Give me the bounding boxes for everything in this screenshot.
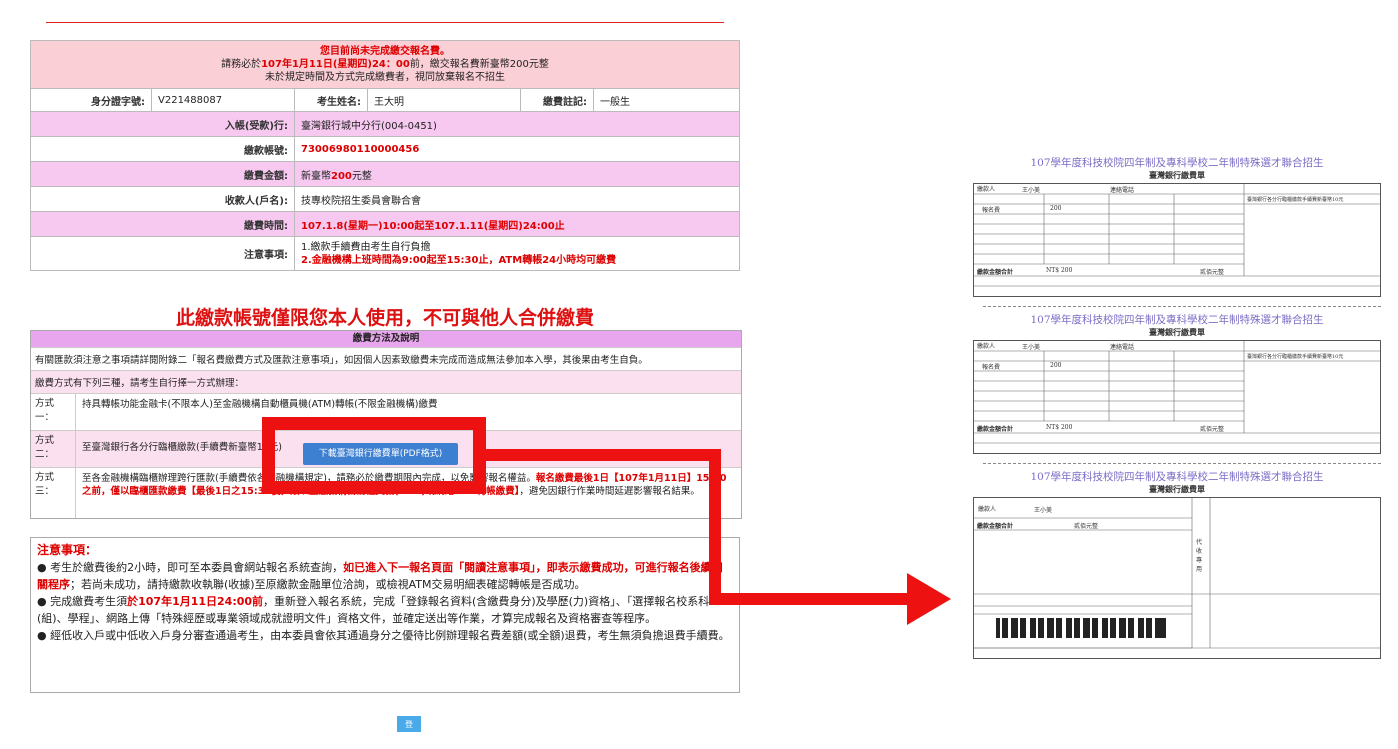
bank-slip-copy-1: 107學年度科技校院四年制及專科學校二年制特殊選才聯合招生 臺灣銀行繳費單 繳款… bbox=[973, 155, 1381, 297]
name-label: 考生姓名: bbox=[294, 88, 368, 112]
arrow-head-icon bbox=[907, 573, 951, 625]
payment-info-table: 您目前尚未完成繳交報名費。 請務必於107年1月11日(星期四)24：00前，繳… bbox=[30, 40, 740, 271]
notice-label: 注意事項: bbox=[30, 236, 295, 271]
amount-label: 繳費金額: bbox=[30, 161, 295, 187]
note-item-1: ● 考生於繳費後約2小時，即可至本委員會網站報名系統查詢，如已進入下一報名頁面「… bbox=[37, 561, 723, 591]
note-item-3: ● 經低收入戶或中低收入戶身分審查通過考生，由本委員會依其通過身分之優待比例辦理… bbox=[37, 629, 730, 642]
notice-value: 1.繳款手續費由考生自行負擔 2.金融機構上班時間為9:00起至15:30止，A… bbox=[294, 236, 740, 271]
name-value: 王大明 bbox=[367, 88, 521, 112]
time-label: 繳費時間: bbox=[30, 211, 295, 237]
slip-grid bbox=[974, 498, 1380, 649]
unpaid-notice-header: 您目前尚未完成繳交報名費。 請務必於107年1月11日(星期四)24：00前，繳… bbox=[30, 40, 740, 89]
time-value: 107.1.8(星期一)10:00起至107.1.11(星期四)24:00止 bbox=[294, 211, 740, 237]
id-label: 身分證字號: bbox=[30, 88, 152, 112]
id-value: V221488087 bbox=[151, 88, 295, 112]
notes-title: 注意事項： bbox=[37, 543, 98, 557]
arrow-segment bbox=[486, 449, 721, 461]
payment-choice-row: 繳費方式有下列三種，請考生自行擇一方式辦理： bbox=[31, 370, 741, 393]
notice-line-3: 未於規定時間及方式完成繳費者，視同放棄報名不招生 bbox=[265, 72, 505, 83]
payee-value: 技專校院招生委員會聯合會 bbox=[294, 186, 740, 212]
payment-methods-title: 繳費方法及說明 bbox=[31, 331, 741, 347]
note-value: 一般生 bbox=[593, 88, 740, 112]
amount-value: 新臺幣200元整 bbox=[294, 161, 740, 187]
bank-value: 臺灣銀行城中分行(004-0451) bbox=[294, 111, 740, 137]
notice-line-2: 請務必於107年1月11日(星期四)24：00前，繳交報名費新臺幣200元整 bbox=[221, 59, 549, 70]
account-label: 繳款帳號: bbox=[30, 136, 295, 162]
arrow-segment bbox=[709, 449, 721, 605]
bank-slip-copy-3: 107學年度科技校院四年制及專科學校二年制特殊選才聯合招生 臺灣銀行繳費單 繳款… bbox=[973, 469, 1381, 659]
cut-line bbox=[983, 306, 1381, 307]
notice-line-1: 您目前尚未完成繳交報名費。 bbox=[320, 46, 450, 57]
payment-info-panel: 您目前尚未完成繳交報名費。 請務必於107年1月11日(星期四)24：00前，繳… bbox=[30, 0, 742, 746]
single-use-warning: 此繳款帳號僅限您本人使用，不可與他人合併繳費 bbox=[175, 307, 594, 329]
arrow-segment bbox=[709, 593, 909, 605]
bank-slip-copy-2: 107學年度科技校院四年制及專科學校二年制特殊選才聯合招生 臺灣銀行繳費單 繳款… bbox=[973, 312, 1381, 454]
note-item-2: ● 完成繳費考生須於107年1月11日24:00前，重新登入報名系統，完成「登錄… bbox=[37, 595, 710, 625]
account-value: 73006980110000456 bbox=[294, 136, 740, 162]
cut-line bbox=[983, 463, 1381, 464]
notes-panel: 注意事項： ● 考生於繳費後約2小時，即可至本委員會網站報名系統查詢，如已進入下… bbox=[30, 537, 740, 693]
download-pdf-button[interactable]: 下載臺灣銀行繳費單(PDF格式) bbox=[303, 443, 458, 465]
note-label: 繳費註記: bbox=[520, 88, 594, 112]
logout-button[interactable]: 登出 bbox=[397, 716, 421, 745]
payment-note-row: 有關匯款須注意之事項請詳閱附錄二「報名費繳費方式及匯款注意事項」，如因個人因素致… bbox=[31, 347, 741, 370]
payee-label: 收款人(戶名): bbox=[30, 186, 295, 212]
top-divider bbox=[46, 22, 724, 23]
bank-label: 入帳(受款)行: bbox=[30, 111, 295, 137]
